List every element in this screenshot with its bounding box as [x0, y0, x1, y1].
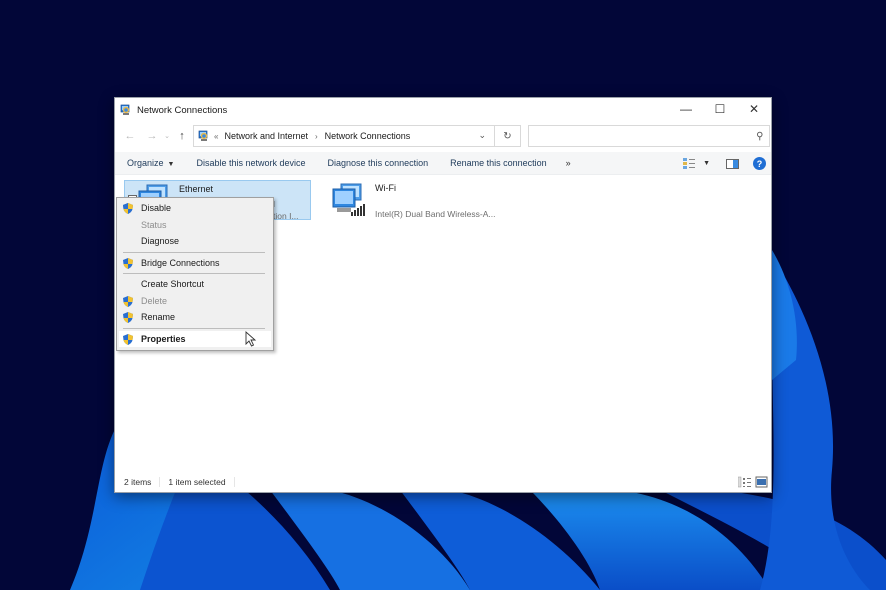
- menu-separator: [123, 273, 265, 274]
- command-bar: Organize ▼ Disable this network device Di…: [115, 152, 771, 175]
- uac-shield-icon: [123, 257, 133, 269]
- preview-pane-icon: [726, 158, 739, 169]
- up-button[interactable]: ↑: [173, 130, 191, 142]
- minimize-button[interactable]: —: [669, 98, 703, 120]
- menu-separator: [123, 327, 265, 329]
- change-view-button[interactable]: [683, 158, 696, 169]
- search-input[interactable]: ⚲: [528, 125, 770, 147]
- menu-separator: [123, 251, 265, 253]
- large-icons-view-button[interactable]: [755, 476, 769, 488]
- item-count: 2 items: [115, 477, 161, 487]
- help-icon: ?: [753, 157, 766, 170]
- caret-down-icon: ▼: [167, 161, 175, 168]
- back-button[interactable]: ←: [121, 130, 139, 142]
- menu-item-label: Rename: [141, 312, 176, 323]
- uac-shield-icon: [123, 295, 133, 307]
- breadcrumb-separator-icon[interactable]: ›: [315, 132, 318, 141]
- disable-network-device-button[interactable]: Disable this network device: [185, 158, 316, 168]
- diagnose-connection-button[interactable]: Diagnose this connection: [317, 158, 440, 168]
- status-bar: 2 items 1 item selected: [115, 472, 771, 492]
- details-view-button[interactable]: [738, 476, 752, 488]
- close-button[interactable]: ✕: [737, 98, 771, 120]
- menu-item-bridge-connections[interactable]: Bridge Connections: [119, 255, 271, 272]
- menu-item-label: Disable: [141, 203, 172, 214]
- refresh-icon: ↻: [503, 130, 512, 142]
- connection-adapter: Intel(R) Dual Band Wireless-A...: [375, 209, 496, 219]
- selection-count: 1 item selected: [160, 477, 235, 487]
- navigation-bar: ← → ⌄ ↑ « Network and Internet › Network…: [115, 122, 771, 150]
- address-history-dropdown[interactable]: ⌄: [478, 130, 486, 141]
- menu-item-status[interactable]: Status: [119, 217, 271, 234]
- recent-locations-button[interactable]: ⌄: [161, 132, 173, 140]
- forward-arrow-icon: →: [146, 130, 158, 142]
- maximize-button[interactable]: ☐: [703, 98, 737, 120]
- uac-shield-icon: [123, 333, 133, 345]
- menu-item-label: Properties: [141, 333, 186, 344]
- network-connections-icon: [198, 130, 208, 141]
- minimize-icon: —: [680, 102, 692, 116]
- menu-item-label: Delete: [141, 295, 168, 306]
- chevron-down-icon: ⌄: [164, 133, 170, 140]
- menu-item-delete[interactable]: Delete: [119, 293, 271, 310]
- caret-down-icon: ▼: [703, 160, 710, 167]
- network-connections-icon: [120, 104, 130, 115]
- menu-item-label: Status: [141, 219, 167, 230]
- menu-item-rename[interactable]: Rename: [119, 309, 271, 326]
- menu-item-disable[interactable]: Disable: [119, 200, 271, 217]
- uac-shield-icon: [123, 203, 133, 214]
- connection-name: Wi-Fi: [375, 183, 396, 193]
- help-button[interactable]: ?: [753, 157, 766, 170]
- connection-name: Ethernet: [179, 184, 214, 194]
- rename-connection-button[interactable]: Rename this connection: [439, 158, 558, 168]
- window-title: Network Connections: [137, 104, 228, 116]
- forward-button[interactable]: →: [143, 130, 161, 142]
- menu-item-label: Create Shortcut: [141, 279, 205, 290]
- menu-item-label: Bridge Connections: [141, 257, 220, 268]
- view-options-icon: [683, 158, 696, 169]
- organize-menu-button[interactable]: Organize ▼: [115, 158, 185, 168]
- address-overflow-icon[interactable]: «: [214, 132, 218, 141]
- menu-item-create-shortcut[interactable]: Create Shortcut: [119, 276, 271, 293]
- title-bar[interactable]: Network Connections — ☐ ✕: [115, 98, 771, 122]
- menu-item-label: Diagnose: [141, 236, 180, 247]
- breadcrumb-network-and-internet[interactable]: Network and Internet: [224, 131, 308, 141]
- context-menu: Disable Status Diagnose Bridge Connectio…: [116, 197, 274, 351]
- address-bar[interactable]: « Network and Internet › Network Connect…: [193, 125, 521, 147]
- breadcrumb-network-connections[interactable]: Network Connections: [325, 131, 411, 141]
- up-arrow-icon: ↑: [179, 130, 185, 142]
- maximize-icon: ☐: [714, 102, 726, 116]
- menu-item-diagnose[interactable]: Diagnose: [119, 233, 271, 250]
- preview-pane-button[interactable]: [726, 158, 739, 169]
- back-arrow-icon: ←: [124, 130, 136, 142]
- uac-shield-icon: [123, 312, 133, 323]
- connection-item-wifi[interactable]: Wi-Fi Intel(R) Dual Band Wireless-A...: [331, 180, 521, 220]
- close-icon: ✕: [748, 102, 760, 116]
- wifi-adapter-icon: [332, 183, 365, 216]
- mouse-pointer-icon: [245, 331, 257, 347]
- refresh-button[interactable]: ↻: [494, 125, 520, 147]
- view-dropdown-button[interactable]: ▼: [703, 160, 710, 167]
- search-icon: ⚲: [755, 130, 763, 142]
- more-commands-button[interactable]: »: [558, 158, 579, 168]
- organize-label: Organize: [127, 158, 164, 168]
